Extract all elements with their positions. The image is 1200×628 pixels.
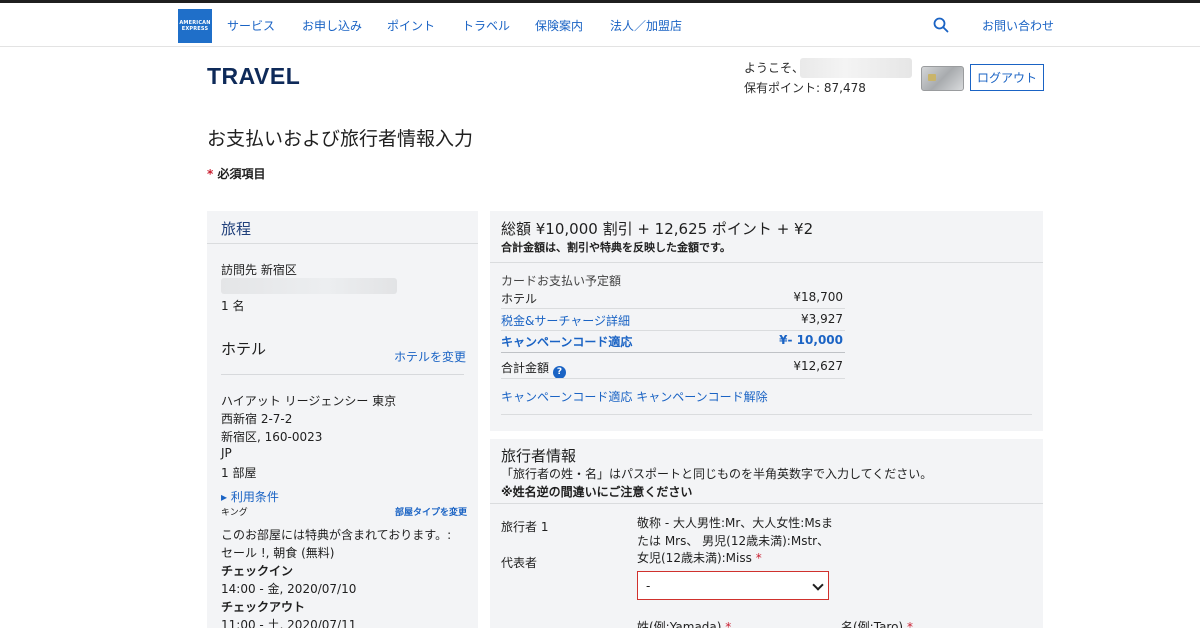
change-room-link[interactable]: 部屋タイプを変更	[395, 505, 467, 518]
logo-line-2: EXPRESS	[181, 26, 209, 32]
amex-logo[interactable]: AMERICAN EXPRESS	[178, 9, 212, 43]
last-name-label: 姓(例:Yamada) *	[637, 618, 731, 628]
required-star: *	[207, 167, 214, 181]
checkout-value: 11:00 - 土, 2020/07/11	[221, 618, 357, 628]
terms-toggle[interactable]: ▸ 利用条件	[221, 488, 279, 505]
contact-link[interactable]: お問い合わせ	[982, 17, 1054, 34]
apply-campaign-link[interactable]: キャンペーンコード適応	[501, 390, 632, 404]
search-icon[interactable]	[933, 17, 949, 33]
itinerary-header: 旅程	[207, 211, 478, 244]
redacted-username	[800, 58, 912, 78]
last-name-label-text: 姓(例:Yamada)	[637, 620, 722, 628]
help-icon[interactable]: ?	[553, 365, 567, 379]
total-value: ¥12,627	[793, 359, 843, 373]
hotel-country: JP	[221, 446, 232, 460]
campaign-discount-label: キャンペーンコード適応	[501, 335, 633, 349]
total-summary-note: 合計金額は、割引や特典を反映した金額です。	[501, 241, 731, 254]
redacted-dates	[221, 278, 397, 294]
nav-item-corporate[interactable]: 法人／加盟店	[610, 17, 682, 34]
benefit-intro: このお部屋には特典が含まれております。:	[221, 528, 452, 542]
first-name-label-text: 名(例:Taro)	[841, 620, 904, 628]
representative-label: 代表者	[501, 556, 538, 570]
global-nav: AMERICAN EXPRESS サービス お申し込み ポイント トラベル 保険…	[0, 3, 1200, 47]
guest-count: 1 名	[221, 299, 245, 313]
destination: 訪問先 新宿区	[221, 263, 297, 277]
travel-brand-logo[interactable]: TRAVEL	[207, 63, 300, 90]
divider	[490, 503, 1043, 504]
title-help-text: 敬称 - 大人男性:Mr、大人女性:Msまたは Mrs、 男児(12歳未満):M…	[637, 515, 837, 568]
total-label: 合計金額	[501, 361, 550, 375]
change-hotel-link[interactable]: ホテルを変更	[394, 348, 466, 365]
row-divider	[501, 330, 845, 331]
title-select-value: -	[646, 578, 651, 593]
campaign-discount-value: ¥- 10,000	[779, 333, 843, 347]
required-note: * 必須項目	[207, 165, 265, 182]
nav-item-services[interactable]: サービス	[227, 17, 275, 34]
name-order-warning: ※姓名逆の間違いにご注意ください	[501, 485, 693, 499]
hotel-name: ハイアット リージェンシー 東京	[221, 394, 397, 408]
nav-item-points[interactable]: ポイント	[387, 17, 435, 34]
itinerary-heading: 旅程	[221, 220, 252, 238]
required-star: *	[906, 620, 913, 628]
chevron-down-icon	[812, 579, 824, 591]
nav-item-insurance[interactable]: 保険案内	[535, 17, 583, 34]
traveler-info-panel: 旅行者情報 「旅行者の姓・名」はパスポートと同じものを半角英数字で入力してくださ…	[490, 439, 1043, 628]
remove-campaign-link[interactable]: キャンペーンコード解除	[636, 390, 767, 404]
total-summary-title: 総額 ¥10,000 割引 + 12,625 ポイント + ¥2	[501, 220, 814, 238]
campaign-links: キャンペーンコード適応 キャンペーンコード解除	[501, 388, 768, 405]
required-star: *	[725, 620, 732, 628]
points-balance: 保有ポイント: 87,478	[744, 81, 866, 95]
title-help-body: 敬称 - 大人男性:Mr、大人女性:Msまたは Mrs、 男児(12歳未満):M…	[637, 516, 833, 565]
itinerary-panel: 旅程 訪問先 新宿区 1 名 ホテル ホテルを変更 ハイアット リージェンシー …	[207, 211, 478, 628]
welcome-text: ようこそ、	[744, 61, 805, 75]
hotel-address-1: 西新宿 2-7-2	[221, 412, 293, 426]
hotel-heading: ホテル	[221, 340, 267, 358]
divider	[501, 414, 1032, 415]
row-divider	[501, 308, 845, 309]
hotel-price-value: ¥18,700	[793, 290, 843, 304]
total-label-wrap: 合計金額?	[501, 359, 567, 379]
tax-value: ¥3,927	[801, 312, 843, 326]
price-summary-panel: 総額 ¥10,000 割引 + 12,625 ポイント + ¥2 合計金額は、割…	[490, 211, 1043, 431]
required-text: 必須項目	[217, 167, 266, 181]
divider	[490, 262, 1043, 263]
benefit-list: セール !, 朝食 (無料)	[221, 546, 335, 560]
checkout-label: チェックアウト	[221, 600, 306, 614]
nav-item-apply[interactable]: お申し込み	[302, 17, 362, 34]
logout-button[interactable]: ログアウト	[970, 64, 1044, 91]
name-instruction: 「旅行者の姓・名」はパスポートと同じものを半角英数字で入力してください。	[501, 467, 933, 481]
divider	[221, 374, 464, 375]
hotel-address-2: 新宿区, 160-0023	[221, 430, 323, 444]
page-title: お支払いおよび旅行者情報入力	[207, 128, 474, 150]
room-type: キング	[221, 508, 248, 518]
title-select[interactable]: -	[637, 571, 829, 600]
card-payment-label: カードお支払い予定額	[501, 274, 622, 288]
row-divider	[501, 378, 845, 379]
first-name-label: 名(例:Taro) *	[841, 618, 913, 628]
checkin-value: 14:00 - 金, 2020/07/10	[221, 582, 357, 596]
traveler-heading: 旅行者情報	[501, 447, 577, 465]
room-count: 1 部屋	[221, 466, 257, 480]
required-star: *	[755, 551, 762, 565]
traveler-number: 旅行者 1	[501, 520, 549, 534]
tax-details-link[interactable]: 税金&サーチャージ詳細	[501, 312, 630, 329]
card-image	[921, 66, 964, 91]
nav-item-travel[interactable]: トラベル	[462, 17, 510, 34]
hotel-price-label: ホテル	[501, 292, 538, 306]
checkin-label: チェックイン	[221, 564, 294, 578]
row-divider	[501, 352, 845, 353]
